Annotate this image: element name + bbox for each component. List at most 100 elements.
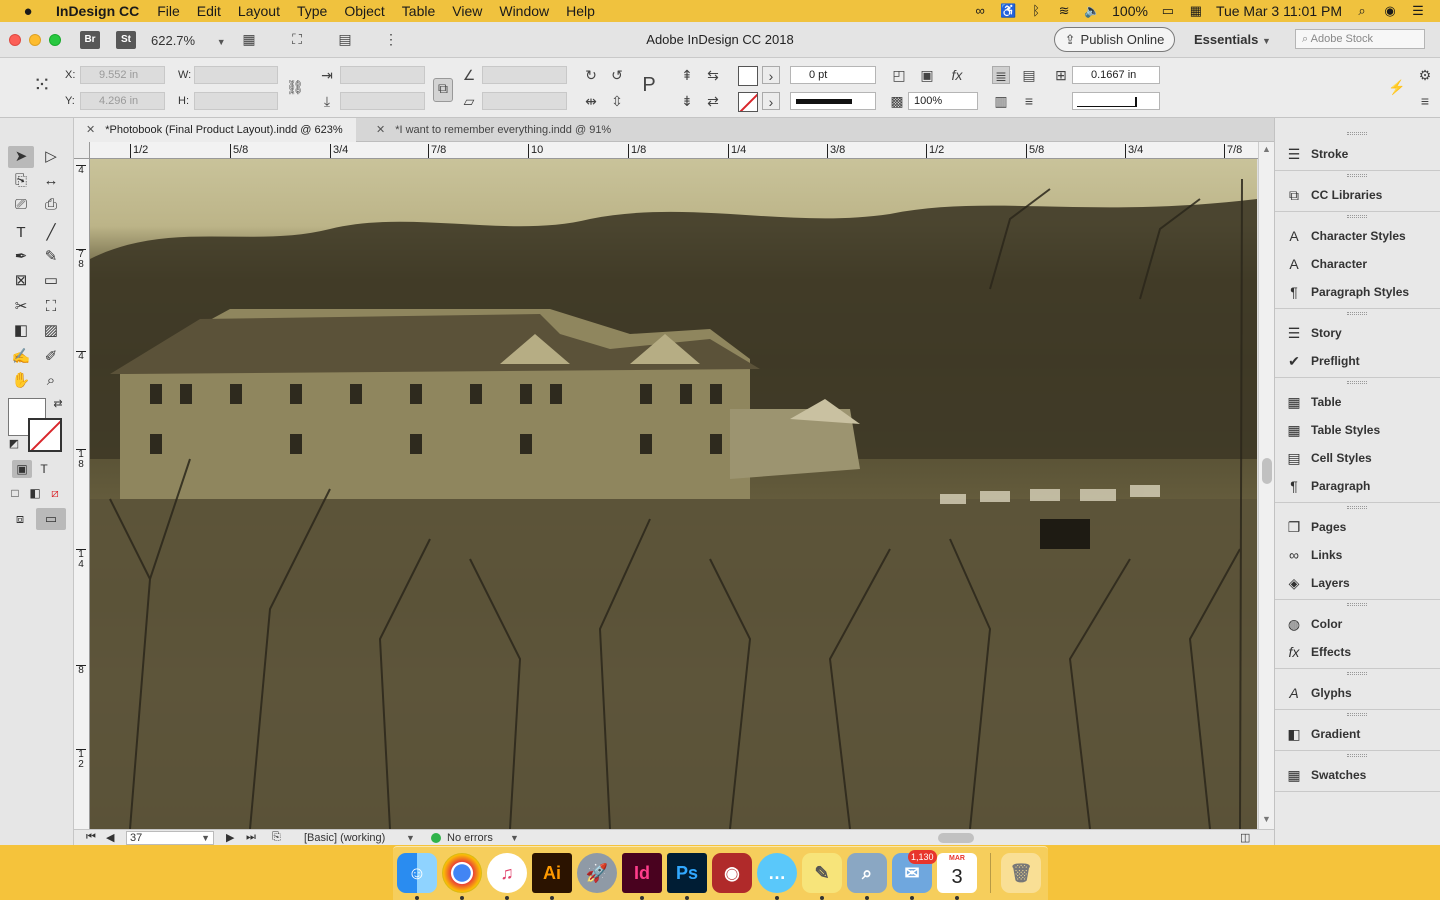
photoshop-icon[interactable]: Ps bbox=[667, 853, 707, 893]
drop-shadow-icon[interactable]: ◰ bbox=[890, 66, 908, 84]
panel-cell-styles[interactable]: ▤ Cell Styles bbox=[1285, 447, 1371, 469]
panel-effects[interactable]: fx Effects bbox=[1285, 641, 1351, 663]
open-page-icon[interactable]: ⎘ bbox=[272, 831, 281, 844]
panel-grip[interactable] bbox=[1347, 312, 1367, 315]
panel-stroke[interactable]: ☰ Stroke bbox=[1285, 143, 1349, 165]
view-mode-icon[interactable]: ⧈ bbox=[8, 508, 32, 530]
view-options-icon[interactable]: ▦ bbox=[240, 30, 258, 48]
panel-grip[interactable] bbox=[1347, 132, 1367, 135]
indesign-icon[interactable]: Id bbox=[622, 853, 662, 893]
panel-table[interactable]: ▦ Table bbox=[1285, 391, 1341, 413]
select-content-icon[interactable]: ⇟ bbox=[678, 92, 696, 110]
split-window-icon[interactable]: ◫ bbox=[1240, 831, 1250, 844]
scroll-down-icon[interactable]: ▼ bbox=[1262, 814, 1271, 824]
constrain-proportions-icon[interactable]: ⛓ bbox=[286, 78, 304, 96]
messages-icon[interactable]: … bbox=[757, 853, 797, 893]
panel-preflight[interactable]: ✔ Preflight bbox=[1285, 350, 1360, 372]
battery-icon[interactable]: ▭ bbox=[1160, 3, 1176, 19]
stroke-swatch[interactable] bbox=[738, 92, 758, 112]
gradient-feather-tool-icon[interactable]: ▨ bbox=[38, 320, 64, 342]
apply-color-icon[interactable]: □ bbox=[6, 484, 24, 502]
tab-remember-everything[interactable]: ✕ *I want to remember everything.indd @ 9… bbox=[364, 118, 634, 142]
swap-fill-stroke-icon[interactable]: ⇄ bbox=[50, 396, 66, 412]
type-tool-icon[interactable]: T bbox=[8, 222, 34, 244]
auto-fit-icon[interactable]: ⊞ bbox=[1052, 66, 1070, 84]
frame-fitting-icon[interactable]: ▣ bbox=[918, 66, 936, 84]
reference-point-icon[interactable]: ⁙ bbox=[30, 74, 54, 100]
menu-type[interactable]: Type bbox=[297, 3, 327, 19]
panel-swatches[interactable]: ▦ Swatches bbox=[1285, 764, 1366, 786]
input-menu-icon[interactable]: ▦ bbox=[1188, 3, 1204, 19]
ruler-origin[interactable] bbox=[74, 142, 90, 159]
minimize-window-button[interactable] bbox=[29, 34, 41, 46]
panel-grip[interactable] bbox=[1347, 174, 1367, 177]
panel-pages[interactable]: ❐ Pages bbox=[1285, 516, 1347, 538]
panel-glyphs[interactable]: A Glyphs bbox=[1285, 682, 1351, 704]
document-canvas[interactable]: 1/2 5/8 3/4 7/8 10 1/8 1/4 3/8 1/2 5/8 3… bbox=[74, 142, 1274, 845]
clock[interactable]: Tue Mar 3 11:01 PM bbox=[1216, 3, 1342, 19]
menu-window[interactable]: Window bbox=[499, 3, 549, 19]
text-wrap-bbox-icon[interactable]: ▤ bbox=[1020, 66, 1038, 84]
workspace-switcher[interactable]: Essentials ▼ bbox=[1194, 32, 1271, 47]
adobe-stock-search-input[interactable]: ⌕ Adobe Stock bbox=[1295, 29, 1425, 49]
siri-icon[interactable]: ◉ bbox=[1382, 3, 1398, 19]
scale-y-field[interactable] bbox=[340, 92, 425, 110]
accessibility-icon[interactable]: ♿ bbox=[1000, 3, 1016, 19]
fill-swatch[interactable] bbox=[738, 66, 758, 86]
vertical-ruler[interactable]: 4 7 8 4 1 8 1 4 8 1 2 bbox=[74, 159, 90, 829]
preflight-profile[interactable]: [Basic] (working) bbox=[304, 832, 385, 844]
x-position-field[interactable]: 9.552 in bbox=[80, 66, 165, 84]
panel-paragraph[interactable]: ¶ Paragraph bbox=[1285, 475, 1370, 497]
menu-view[interactable]: View bbox=[452, 3, 482, 19]
select-container-icon[interactable]: ⇞ bbox=[678, 66, 696, 84]
finder-icon[interactable]: ☺ bbox=[397, 853, 437, 893]
menu-layout[interactable]: Layout bbox=[238, 3, 280, 19]
panel-grip[interactable] bbox=[1347, 713, 1367, 716]
content-placer-icon[interactable]: ⎙ bbox=[38, 194, 64, 216]
settings-gear-icon[interactable]: ⚙ bbox=[1416, 66, 1434, 84]
text-wrap-shape-icon[interactable]: ▥ bbox=[992, 92, 1010, 110]
panel-character[interactable]: A Character bbox=[1285, 253, 1367, 275]
panel-grip[interactable] bbox=[1347, 754, 1367, 757]
gap-tool-icon[interactable]: ↔ bbox=[38, 170, 64, 192]
stroke-color-swatch[interactable] bbox=[28, 418, 62, 452]
page-number-field[interactable]: 37 ▼ bbox=[126, 831, 214, 845]
panel-grip[interactable] bbox=[1347, 381, 1367, 384]
note-tool-icon[interactable]: ✍ bbox=[8, 346, 34, 368]
opacity-field[interactable]: 100% bbox=[908, 92, 978, 110]
fill-menu-icon[interactable]: › bbox=[762, 66, 780, 84]
arrange-documents-icon[interactable]: ▤ bbox=[336, 30, 354, 48]
rectangle-tool-icon[interactable]: ▭ bbox=[38, 270, 64, 292]
selection-tool-icon[interactable]: ➤ bbox=[8, 146, 34, 168]
last-page-icon[interactable]: ⏭ bbox=[246, 831, 256, 844]
pencil-tool-icon[interactable]: ✎ bbox=[38, 246, 64, 268]
panel-grip[interactable] bbox=[1347, 506, 1367, 509]
screen-mode-icon[interactable]: ⛶ bbox=[288, 30, 306, 48]
panel-paragraph-styles[interactable]: ¶ Paragraph Styles bbox=[1285, 281, 1409, 303]
zoom-level[interactable]: 622.7% ▼ bbox=[151, 33, 226, 48]
panel-links[interactable]: ∞ Links bbox=[1285, 544, 1342, 566]
height-field[interactable] bbox=[194, 92, 278, 110]
corner-shape-select[interactable] bbox=[1072, 92, 1160, 110]
quick-apply-icon[interactable]: ⚡ bbox=[1388, 78, 1406, 96]
creative-cloud-icon[interactable]: ∞ bbox=[972, 3, 988, 19]
select-next-icon[interactable]: ⇄ bbox=[704, 92, 722, 110]
calendar-icon[interactable]: MAR 3 bbox=[937, 853, 977, 893]
flip-vertical-icon[interactable]: ⇳ bbox=[608, 92, 626, 110]
menu-edit[interactable]: Edit bbox=[197, 3, 221, 19]
wifi-icon[interactable]: ≋ bbox=[1056, 3, 1072, 19]
photo-booth-icon[interactable]: ◉ bbox=[712, 853, 752, 893]
flip-horizontal-icon[interactable]: ⇹ bbox=[582, 92, 600, 110]
first-page-icon[interactable]: ⏮ bbox=[86, 831, 96, 844]
menu-file[interactable]: File bbox=[157, 3, 180, 19]
free-transform-tool-icon[interactable]: ⛶ bbox=[38, 296, 64, 318]
illustrator-icon[interactable]: Ai bbox=[532, 853, 572, 893]
stickies-icon[interactable]: ✎ bbox=[802, 853, 842, 893]
publish-online-button[interactable]: ⇪ Publish Online bbox=[1054, 27, 1175, 52]
hand-tool-icon[interactable]: ✋ bbox=[8, 370, 34, 392]
page-tool-icon[interactable]: ⎘ bbox=[8, 170, 34, 192]
scale-x-icon[interactable]: ⇥ bbox=[318, 66, 336, 84]
text-wrap-none-icon[interactable]: ≣ bbox=[992, 66, 1010, 84]
panel-character-styles[interactable]: A Character Styles bbox=[1285, 225, 1405, 247]
rectangle-frame-tool-icon[interactable]: ⊠ bbox=[8, 270, 34, 292]
